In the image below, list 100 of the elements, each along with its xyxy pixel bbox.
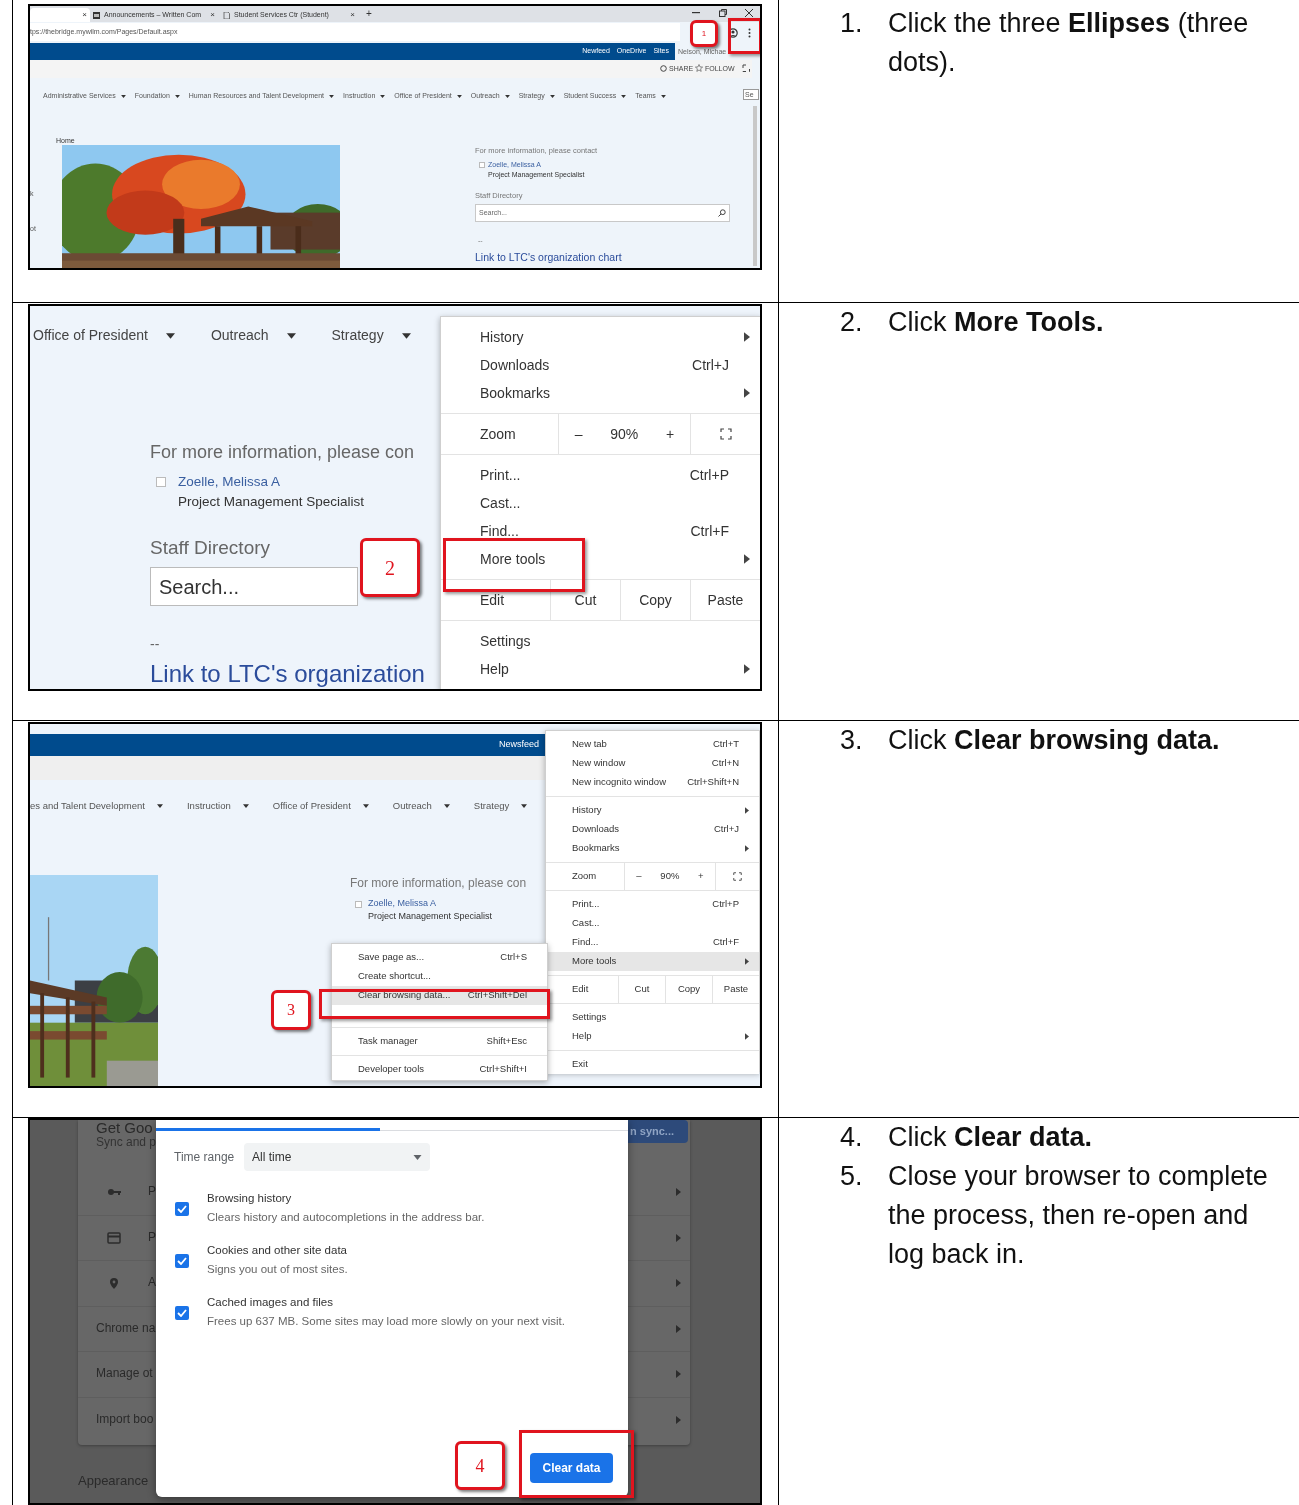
browser-tab[interactable]: × <box>30 8 90 22</box>
menu-item[interactable]: Bookmarks <box>546 839 759 858</box>
zoom-level: 90% <box>660 869 680 884</box>
contact-role: Project Management Specialist <box>368 912 493 921</box>
caret-icon <box>362 804 369 809</box>
nav-item[interactable]: es and Talent Development <box>30 799 163 814</box>
fullscreen-icon[interactable] <box>719 428 732 440</box>
contact-heading: For more information, please con <box>350 877 527 889</box>
contact-name-link[interactable]: Zoelle, Melissa A <box>368 899 437 908</box>
step-number: 5. <box>840 1160 864 1193</box>
star-icon[interactable] <box>695 64 703 72</box>
chevron-icon[interactable] <box>676 1370 681 1379</box>
menu-item[interactable]: New tab Ctrl+T <box>546 735 759 754</box>
credit-card-icon <box>107 1231 121 1244</box>
scrollbar[interactable] <box>753 106 757 266</box>
menu-icon[interactable] <box>748 28 751 38</box>
menu-item[interactable]: Print... Ctrl+P <box>546 895 759 914</box>
nav-item[interactable]: Strategy <box>473 799 528 814</box>
restore-icon[interactable] <box>719 9 727 17</box>
menu-item[interactable]: Exit <box>546 1055 759 1074</box>
menu-item[interactable]: New incognito window Ctrl+Shift+N <box>546 773 759 792</box>
clear-data-button[interactable]: Clear data <box>530 1453 613 1483</box>
nav-item[interactable]: Office of President <box>33 325 175 346</box>
menu-item[interactable]: Find... Ctrl+F <box>441 517 760 545</box>
edit-action-button[interactable]: Cut <box>550 580 620 620</box>
menu-item[interactable]: Bookmarks <box>441 379 760 407</box>
share-icon[interactable] <box>660 65 667 72</box>
zoom-in-button[interactable]: + <box>661 423 679 445</box>
menu-item[interactable]: New window Ctrl+N <box>546 754 759 773</box>
chevron-icon[interactable] <box>676 1416 681 1424</box>
chevron-icon[interactable] <box>676 1188 681 1196</box>
edit-action-button[interactable]: Copy <box>665 976 712 1003</box>
caret-icon <box>660 94 666 98</box>
edit-action-button[interactable]: Cut <box>618 976 665 1003</box>
sync-button[interactable]: n sync... <box>628 1120 688 1143</box>
menu-item[interactable]: Cast... <box>441 489 760 517</box>
new-tab-button[interactable]: + <box>366 9 372 19</box>
search-field[interactable]: Search... <box>150 567 358 606</box>
menu-item[interactable]: Save page as... Ctrl+S <box>332 948 547 967</box>
edit-action-button[interactable]: Paste <box>690 580 760 620</box>
minimize-icon[interactable] <box>692 12 700 14</box>
menu-item[interactable]: More tools <box>441 545 760 573</box>
menu-item[interactable]: Task manager Shift+Esc <box>332 1032 547 1051</box>
menu-item[interactable]: History <box>441 323 760 351</box>
menu-item[interactable]: Downloads Ctrl+J <box>546 820 759 839</box>
caret-icon <box>549 94 555 98</box>
focus-icon[interactable] <box>742 64 750 72</box>
callout-badge: 2 <box>360 538 420 597</box>
edit-action-button[interactable]: Copy <box>620 580 690 620</box>
callout-badge: 3 <box>271 990 311 1030</box>
nav-item[interactable]: Instruction <box>186 799 249 814</box>
menu-item[interactable]: Cast... <box>546 914 759 933</box>
chevron-icon[interactable] <box>676 1233 681 1242</box>
nav-item[interactable]: Office of President <box>272 799 369 814</box>
edit-action-button[interactable]: Paste <box>712 976 759 1003</box>
option-title: Cached images and files <box>207 1297 333 1309</box>
menu-item[interactable]: Create shortcut... <box>332 967 547 986</box>
checkbox[interactable] <box>156 477 166 487</box>
nav-item[interactable]: Outreach <box>210 325 296 346</box>
instruction-text: Click Clear browsing data. <box>888 724 1220 757</box>
close-tab-button[interactable]: × <box>210 9 215 21</box>
chevron-icon[interactable] <box>676 1324 681 1333</box>
nav-item[interactable]: Strategy <box>331 325 411 346</box>
menu-item[interactable]: Developer tools Ctrl+Shift+I <box>332 1060 547 1079</box>
caret-icon <box>443 804 450 809</box>
menu-item[interactable]: Downloads Ctrl+J <box>441 351 760 379</box>
instruction-text: Click Clear data. <box>888 1121 1093 1154</box>
close-tab-button[interactable]: × <box>350 9 355 21</box>
zoom-out-button[interactable]: – <box>632 869 646 884</box>
caret-icon <box>329 94 335 98</box>
checkbox[interactable] <box>175 1254 189 1268</box>
contact-name-link[interactable]: Zoelle, Melissa A <box>178 475 281 489</box>
org-chart-link[interactable]: Link to LTC's organization <box>150 662 425 686</box>
nav-item[interactable]: Outreach <box>392 799 450 814</box>
checkbox[interactable] <box>175 1306 189 1320</box>
zoom-in-button[interactable]: + <box>694 869 708 884</box>
zoom-out-button[interactable]: – <box>570 423 587 445</box>
chevron-icon[interactable] <box>676 1279 681 1288</box>
menu-item[interactable]: Help <box>441 655 760 683</box>
checkbox[interactable] <box>175 1202 189 1216</box>
menu-item[interactable]: Print... Ctrl+P <box>441 461 760 489</box>
checkbox[interactable] <box>479 162 485 168</box>
caret-icon <box>413 1154 422 1160</box>
menu-item[interactable]: Find... Ctrl+F <box>546 933 759 952</box>
caret-icon <box>165 332 175 339</box>
close-icon[interactable] <box>745 9 753 17</box>
close-tab-button[interactable]: × <box>82 9 87 21</box>
menu-item[interactable]: More tools <box>546 952 759 971</box>
instruction-text: Close your browser to complete the process, then re-open and log back in. <box>888 1160 1269 1271</box>
top-link[interactable]: Newsfeed <box>498 738 539 752</box>
time-range-dropdown[interactable]: All time <box>244 1143 430 1171</box>
zoom-label: Zoom <box>479 424 517 444</box>
caret-icon <box>504 94 510 98</box>
search-icon[interactable] <box>718 209 726 217</box>
checkbox[interactable] <box>355 901 362 908</box>
menu-item[interactable]: Settings <box>441 627 760 655</box>
org-chart-link[interactable]: Link to LTC's organization chart <box>475 252 622 263</box>
fullscreen-icon[interactable] <box>733 872 742 881</box>
time-range-label: Time range <box>174 1151 235 1163</box>
menu-item[interactable]: History <box>546 801 759 820</box>
